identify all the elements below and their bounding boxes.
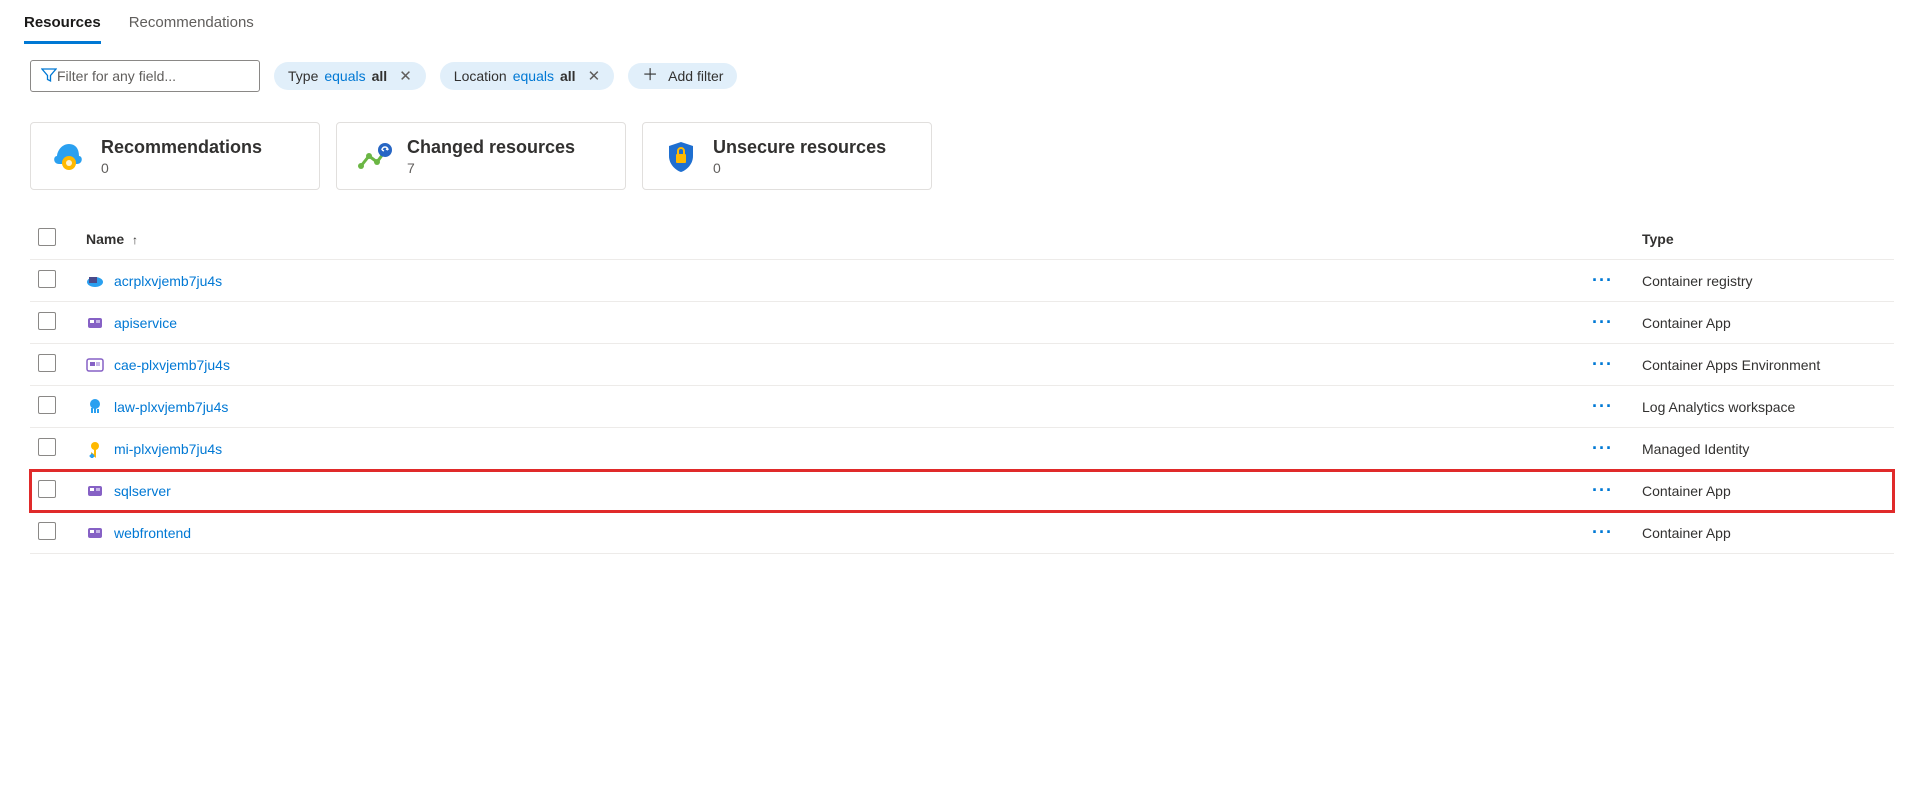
table-row[interactable]: acrplxvjemb7ju4s ··· Container registry — [30, 260, 1894, 302]
close-icon[interactable]: ✕ — [588, 67, 601, 85]
resource-name-link[interactable]: apiservice — [114, 315, 177, 331]
card-title: Unsecure resources — [713, 137, 886, 158]
card-text: Unsecure resources 0 — [713, 137, 886, 176]
row-checkbox[interactable] — [38, 312, 56, 330]
row-checkbox[interactable] — [38, 438, 56, 456]
pill-label: Type — [288, 68, 318, 84]
recommendations-icon — [51, 138, 87, 174]
close-icon[interactable]: ✕ — [399, 67, 412, 85]
card-unsecure-resources[interactable]: Unsecure resources 0 — [642, 122, 932, 190]
plus-icon: ＋ — [642, 68, 658, 84]
more-actions-icon[interactable]: ··· — [1592, 312, 1613, 332]
row-checkbox[interactable] — [38, 354, 56, 372]
more-actions-icon[interactable]: ··· — [1592, 396, 1613, 416]
resource-name-link[interactable]: mi-plxvjemb7ju4s — [114, 441, 222, 457]
card-count: 0 — [713, 160, 886, 176]
resource-type: Container App — [1634, 512, 1894, 554]
shield-icon — [663, 138, 699, 174]
resource-name-link[interactable]: webfrontend — [114, 525, 191, 541]
container-registry-icon — [86, 272, 104, 290]
card-title: Changed resources — [407, 137, 575, 158]
table-row[interactable]: mi-plxvjemb7ju4s ··· Managed Identity — [30, 428, 1894, 470]
header-actions — [1584, 218, 1634, 260]
card-count: 0 — [101, 160, 262, 176]
resource-name-link[interactable]: acrplxvjemb7ju4s — [114, 273, 222, 289]
card-recommendations[interactable]: Recommendations 0 — [30, 122, 320, 190]
filter-pill-location[interactable]: Location equals all ✕ — [440, 62, 614, 90]
add-filter-button[interactable]: ＋ Add filter — [628, 63, 737, 89]
resource-name-link[interactable]: sqlserver — [114, 483, 171, 499]
filter-input[interactable] — [57, 68, 249, 84]
header-name[interactable]: Name ↑ — [78, 218, 1584, 260]
card-count: 7 — [407, 160, 575, 176]
row-checkbox[interactable] — [38, 270, 56, 288]
checkbox-icon[interactable] — [38, 228, 56, 246]
table-row[interactable]: law-plxvjemb7ju4s ··· Log Analytics worksp… — [30, 386, 1894, 428]
pill-label: Location — [454, 68, 507, 84]
tab-recommendations[interactable]: Recommendations — [129, 8, 254, 44]
table-header-row: Name ↑ Type — [30, 218, 1894, 260]
header-type[interactable]: Type — [1634, 218, 1894, 260]
card-text: Recommendations 0 — [101, 137, 262, 176]
more-actions-icon[interactable]: ··· — [1592, 480, 1613, 500]
resource-type: Container registry — [1634, 260, 1894, 302]
resources-table-wrap: Name ↑ Type acrplxvjemb7ju4s ··· Container… — [0, 190, 1918, 554]
row-checkbox[interactable] — [38, 396, 56, 414]
changed-icon — [357, 138, 393, 174]
filter-input-wrap[interactable] — [30, 60, 260, 92]
summary-cards: Recommendations 0 Changed resources 7 — [0, 92, 1918, 190]
container-app-icon — [86, 524, 104, 542]
add-filter-label: Add filter — [668, 68, 723, 84]
resource-name-link[interactable]: law-plxvjemb7ju4s — [114, 399, 228, 415]
header-checkbox[interactable] — [30, 218, 78, 260]
container-app-icon — [86, 482, 104, 500]
pill-operator: equals — [324, 68, 365, 84]
card-text: Changed resources 7 — [407, 137, 575, 176]
tabs-container: Resources Recommendations — [0, 8, 1918, 44]
managed-identity-icon — [86, 440, 104, 458]
card-title: Recommendations — [101, 137, 262, 158]
table-row[interactable]: sqlserver ··· Container App — [30, 470, 1894, 512]
more-actions-icon[interactable]: ··· — [1592, 438, 1613, 458]
row-checkbox[interactable] — [38, 480, 56, 498]
table-row[interactable]: webfrontend ··· Container App — [30, 512, 1894, 554]
log-analytics-icon — [86, 398, 104, 416]
resource-type: Container App — [1634, 302, 1894, 344]
table-row[interactable]: apiservice ··· Container App — [30, 302, 1894, 344]
filter-row: Type equals all ✕ Location equals all ✕ … — [0, 44, 1918, 92]
more-actions-icon[interactable]: ··· — [1592, 354, 1613, 374]
container-app-icon — [86, 314, 104, 332]
filter-icon — [41, 67, 57, 86]
row-checkbox[interactable] — [38, 522, 56, 540]
pill-value: all — [560, 68, 576, 84]
resource-type: Managed Identity — [1634, 428, 1894, 470]
sort-arrow-icon: ↑ — [132, 233, 138, 247]
card-changed-resources[interactable]: Changed resources 7 — [336, 122, 626, 190]
header-name-label: Name — [86, 231, 124, 247]
resource-name-link[interactable]: cae-plxvjemb7ju4s — [114, 357, 230, 373]
more-actions-icon[interactable]: ··· — [1592, 270, 1613, 290]
resources-table: Name ↑ Type acrplxvjemb7ju4s ··· Container… — [30, 218, 1894, 554]
pill-operator: equals — [513, 68, 554, 84]
tab-resources[interactable]: Resources — [24, 8, 101, 44]
resource-type: Container Apps Environment — [1634, 344, 1894, 386]
resource-type: Log Analytics workspace — [1634, 386, 1894, 428]
filter-pill-type[interactable]: Type equals all ✕ — [274, 62, 426, 90]
pill-value: all — [372, 68, 388, 84]
resource-type: Container App — [1634, 470, 1894, 512]
table-row[interactable]: cae-plxvjemb7ju4s ··· Container Apps Envir… — [30, 344, 1894, 386]
more-actions-icon[interactable]: ··· — [1592, 522, 1613, 542]
container-env-icon — [86, 356, 104, 374]
